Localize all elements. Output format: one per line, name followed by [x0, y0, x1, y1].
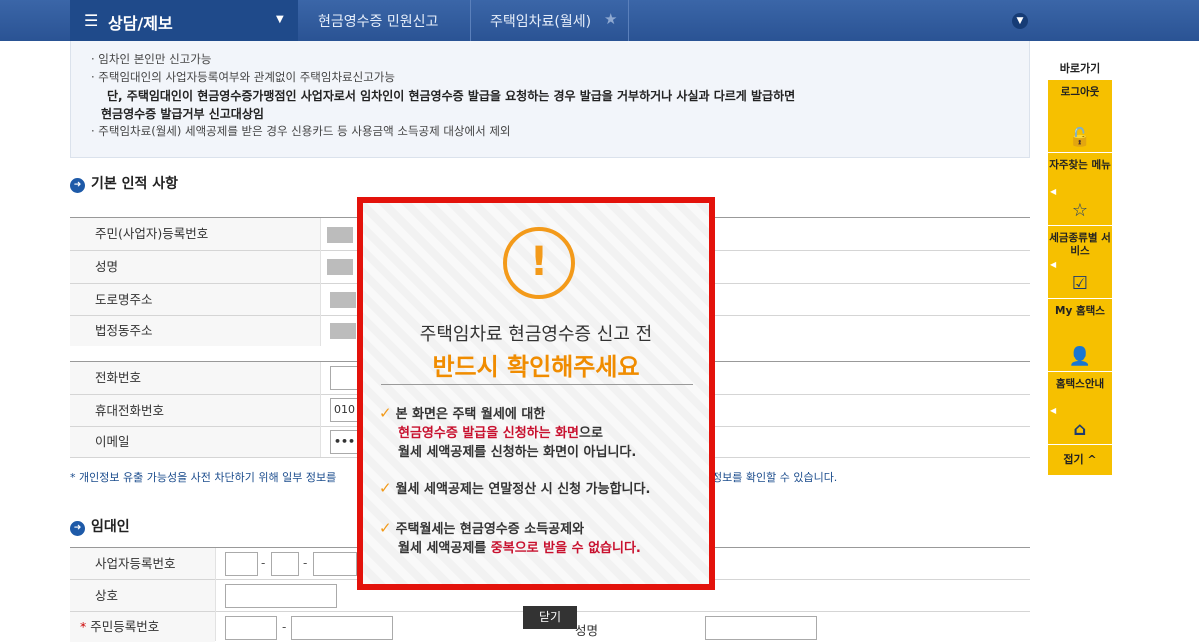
- masked-value: [327, 227, 353, 243]
- popup-bullet-2: ✓ 월세 세액공제는 연말정산 시 신청 가능합니다.: [379, 479, 651, 497]
- breadcrumb-rent[interactable]: 주택임차료(월세): [490, 11, 591, 31]
- label-phone: 전화번호: [70, 362, 320, 394]
- label-rrn: 주민(사업자)등록번호: [70, 218, 320, 250]
- caret-left-icon: ◀: [1050, 406, 1057, 415]
- masked-value: [327, 259, 353, 275]
- landlord-rrn-part2[interactable]: [291, 616, 393, 640]
- check-icon: ✓: [379, 404, 392, 422]
- hamburger-icon: ☰: [84, 11, 99, 30]
- privacy-note: * 개인정보 유출 가능성을 사전 차단하기 위해 일부 정보를: [70, 471, 337, 484]
- mobile-prefix-select[interactable]: 010: [330, 398, 360, 422]
- notice-line: · 주택임대인의 사업자등록여부와 관계없이 주택임차료신고가능: [91, 70, 395, 84]
- email-input[interactable]: •••: [330, 430, 360, 454]
- quick-tax-services[interactable]: ◀ 세금종류별 서비스 ☑: [1048, 226, 1112, 299]
- label-landlord-rrn: * 주민등록번호: [70, 612, 215, 642]
- notice-line: · 주택임차료(월세) 세액공제를 받은 경우 신용카드 등 사용금액 소득공제…: [91, 124, 511, 138]
- quick-links: 바로가기 로그아웃 🔓 ◀ 자주찾는 메뉴 ☆ ◀ 세금종류별 서비스 ☑ My…: [1048, 58, 1112, 475]
- label-biz-no: 사업자등록번호: [70, 548, 215, 579]
- exclamation-icon: !: [503, 227, 575, 299]
- quick-hometax-guide[interactable]: ◀ 홈택스안내 ⌂: [1048, 372, 1112, 445]
- menu-dropdown[interactable]: ☰ 상담/제보 ▼: [70, 0, 298, 41]
- notice-box: · 임차인 본인만 신고가능 · 주택임대인의 사업자등록여부와 관계없이 주택…: [70, 41, 1030, 158]
- label-landlord-name: 성명: [575, 623, 599, 638]
- caret-left-icon: ◀: [1050, 260, 1057, 269]
- masked-value: [330, 292, 356, 308]
- top-nav-bar: ☰ 상담/제보 ▼ 현금영수증 민원신고 주택임차료(월세) ★ ▼: [0, 0, 1199, 41]
- quick-collapse-button[interactable]: 접기 ^: [1048, 445, 1112, 475]
- dash: -: [261, 556, 266, 570]
- breadcrumb-divider: [470, 0, 471, 41]
- quick-favorites[interactable]: ◀ 자주찾는 메뉴 ☆: [1048, 153, 1112, 226]
- popup-divider: [381, 384, 693, 385]
- breadcrumb-divider: [628, 0, 629, 41]
- biz-no-part1[interactable]: [225, 552, 258, 576]
- arrow-circle-icon: ➜: [70, 178, 85, 193]
- landlord-rrn-part1[interactable]: [225, 616, 277, 640]
- menu-title: 상담/제보: [108, 14, 173, 33]
- favorite-star-icon[interactable]: ★: [604, 10, 617, 28]
- biz-no-part2[interactable]: [271, 552, 299, 576]
- table-divider: [215, 548, 216, 641]
- section-title-basic: ➜ 기본 인적 사항: [70, 173, 178, 193]
- section-title-landlord: ➜ 임대인: [70, 516, 130, 536]
- dash: -: [303, 556, 308, 570]
- masked-value: [330, 323, 356, 339]
- label-company: 상호: [70, 580, 215, 611]
- popup-title: 주택임차료 현금영수증 신고 전: [419, 324, 653, 345]
- notice-line-bold: 단, 주택임대인이 현금영수증가맹점인 사업자로서 임차인이 현금영수증 발급을…: [107, 89, 796, 103]
- user-icon: 👤: [1068, 346, 1092, 367]
- label-mobile: 휴대전화번호: [70, 395, 320, 426]
- privacy-note-tail: 정보를 확인할 수 있습니다.: [712, 471, 838, 484]
- popup-bullet-3: ✓ 주택월세는 현금영수증 소득공제와 월세 세액공제를 중복으로 받을 수 없습…: [379, 519, 641, 556]
- popup-subtitle: 반드시 확인해주세요: [432, 353, 640, 381]
- phone-input[interactable]: [330, 366, 360, 390]
- home-icon: ⌂: [1073, 419, 1087, 440]
- star-icon: ☆: [1071, 200, 1089, 221]
- unlock-icon: 🔓: [1068, 127, 1092, 148]
- quick-my-hometax[interactable]: My 홈택스 👤: [1048, 299, 1112, 372]
- notice-line-bold: 현금영수증 발급거부 신고대상임: [101, 107, 264, 121]
- table-divider: [320, 362, 321, 457]
- notice-line: · 임차인 본인만 신고가능: [91, 52, 212, 66]
- label-email: 이메일: [70, 427, 320, 457]
- arrow-circle-icon: ➜: [70, 521, 85, 536]
- caret-down-icon: ▼: [276, 14, 284, 25]
- required-mark: *: [80, 619, 87, 634]
- label-road-address: 도로명주소: [70, 284, 320, 315]
- company-input[interactable]: [225, 584, 337, 608]
- label-name: 성명: [70, 251, 320, 283]
- table-divider: [320, 218, 321, 346]
- notice-popup: ! 주택임차료 현금영수증 신고 전 반드시 확인해주세요 ✓ 본 화면은 주택 …: [357, 197, 715, 590]
- check-icon: ✓: [379, 479, 392, 497]
- checkbox-icon: ☑: [1071, 273, 1089, 294]
- label-legal-address: 법정동주소: [70, 316, 320, 346]
- quick-links-title: 바로가기: [1059, 62, 1101, 75]
- chevron-down-icon[interactable]: ▼: [1012, 13, 1028, 29]
- popup-bullet-1: ✓ 본 화면은 주택 월세에 대한 현금영수증 발급을 신청하는 화면으로 월세 …: [379, 404, 637, 460]
- quick-logout[interactable]: 로그아웃 🔓: [1048, 80, 1112, 153]
- popup-close-button[interactable]: 닫기: [523, 606, 577, 629]
- landlord-name-input[interactable]: [705, 616, 817, 640]
- biz-no-part3[interactable]: [313, 552, 357, 576]
- dash: -: [282, 620, 287, 634]
- breadcrumb-cash-receipt[interactable]: 현금영수증 민원신고: [318, 11, 438, 31]
- check-icon: ✓: [379, 519, 392, 537]
- caret-left-icon: ◀: [1050, 187, 1057, 196]
